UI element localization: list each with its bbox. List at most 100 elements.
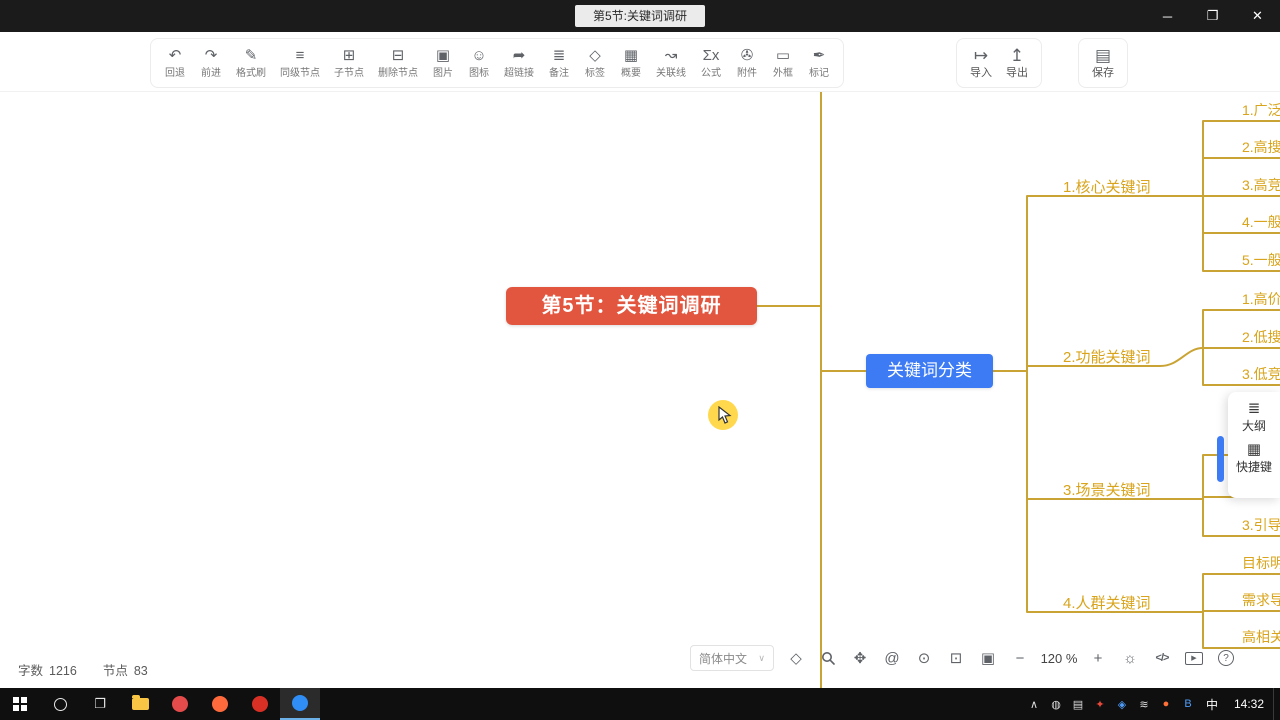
- code-view-button[interactable]: </>: [1146, 644, 1178, 672]
- language-select[interactable]: 简体中文 ∨: [690, 645, 774, 671]
- view-mode-button[interactable]: ⊙: [908, 644, 940, 672]
- relation-line-icon: ↝: [664, 47, 678, 64]
- export-button[interactable]: ↥ 导出: [999, 47, 1035, 79]
- branch-node-scene-keywords[interactable]: 3.场景关键词: [1063, 479, 1151, 500]
- central-topic-node[interactable]: 第5节：关键词调研: [506, 287, 757, 325]
- hand-drag-button[interactable]: ✥: [844, 644, 876, 672]
- sibling-node-button[interactable]: ≡ 同级节点: [273, 47, 327, 79]
- branch-node-function-keywords[interactable]: 2.功能关键词: [1063, 346, 1151, 367]
- window-title: 第5节:关键词调研: [574, 5, 705, 27]
- tray-app-icon-2[interactable]: ▤: [1067, 688, 1089, 720]
- maximize-button[interactable]: ❐: [1190, 0, 1235, 32]
- branch-node-audience-keywords[interactable]: 4.人群关键词: [1063, 592, 1151, 613]
- comment-button[interactable]: @: [876, 644, 908, 672]
- formula-icon: Σx: [702, 47, 720, 64]
- outer-frame-button[interactable]: ▭ 外框: [765, 47, 801, 79]
- zoom-in-button[interactable]: +: [1082, 644, 1114, 672]
- tray-app-icon-1[interactable]: ◍: [1045, 688, 1067, 720]
- import-button[interactable]: ↦ 导入: [963, 47, 999, 79]
- tray-app-icon-4[interactable]: ◈: [1111, 688, 1133, 720]
- close-button[interactable]: ✕: [1235, 0, 1280, 32]
- relation-line-button[interactable]: ↝ 关联线: [649, 47, 693, 79]
- note-button[interactable]: ≣ 备注: [541, 47, 577, 79]
- leaf-node[interactable]: 3.高竞: [1242, 175, 1280, 195]
- zoom-out-button[interactable]: −: [1004, 644, 1036, 672]
- language-value: 简体中文: [699, 651, 748, 666]
- tray-app-icon-3[interactable]: ✦: [1089, 688, 1111, 720]
- redo-button[interactable]: ↷ 前进: [193, 47, 229, 79]
- leaf-node[interactable]: 目标明: [1242, 553, 1280, 573]
- tray-app-icon-6[interactable]: ●: [1155, 688, 1177, 720]
- leaf-node[interactable]: 1.高价: [1242, 289, 1280, 309]
- branch-node-core-keywords[interactable]: 1.核心关键词: [1063, 176, 1151, 197]
- app-icon-red: [172, 696, 188, 712]
- leaf-node[interactable]: 高相关: [1242, 627, 1280, 647]
- task-view-button[interactable]: ❐: [80, 688, 120, 720]
- leaf-node[interactable]: 需求导: [1242, 590, 1280, 610]
- export-label: 导出: [1006, 67, 1028, 79]
- document-stats: 字数 1216 节点 83: [18, 660, 148, 679]
- hyperlink-button[interactable]: ➦ 超链接: [497, 47, 541, 79]
- save-label: 保存: [1092, 67, 1114, 79]
- format-painter-icon: ✎: [244, 47, 258, 64]
- leaf-node[interactable]: 2.低搜: [1242, 327, 1280, 347]
- tag-label: 标签: [585, 68, 605, 79]
- hyperlink-icon: ➦: [512, 47, 526, 64]
- ime-indicator[interactable]: 中: [1199, 696, 1225, 713]
- pinned-app-2-button[interactable]: [200, 688, 240, 720]
- tray-expand-icon[interactable]: ∧: [1023, 688, 1045, 720]
- summary-button[interactable]: ▦ 概要: [613, 47, 649, 79]
- pinned-app-3-button[interactable]: [240, 688, 280, 720]
- shortcut-keys-button[interactable]: ▦ 快捷键: [1228, 442, 1280, 474]
- mark-icon: ✒: [812, 47, 826, 64]
- category-topic-node[interactable]: 关键词分类: [866, 354, 993, 388]
- formula-button[interactable]: Σx 公式: [693, 47, 729, 79]
- tag-button[interactable]: ◇ 标签: [577, 47, 613, 79]
- image-button[interactable]: ▣ 图片: [425, 47, 461, 79]
- keyboard-icon: ▦: [1246, 441, 1262, 458]
- search-button[interactable]: [812, 644, 844, 672]
- outline-button[interactable]: ≣ 大纲: [1228, 401, 1280, 433]
- save-button[interactable]: ▤ 保存: [1085, 47, 1121, 79]
- child-node-button[interactable]: ⊞ 子节点: [327, 47, 371, 79]
- active-app-button[interactable]: [280, 688, 320, 720]
- import-icon: ↦: [973, 46, 989, 65]
- word-count: 字数 1216: [18, 664, 77, 678]
- help-button[interactable]: ?: [1210, 644, 1242, 672]
- center-view-button[interactable]: ◇: [780, 644, 812, 672]
- delete-node-button[interactable]: ⊟ 删除节点: [371, 47, 425, 79]
- show-desktop-button[interactable]: [1273, 688, 1280, 720]
- brightness-button[interactable]: ☼: [1114, 644, 1146, 672]
- leaf-node[interactable]: 3.引导: [1242, 515, 1280, 535]
- summary-icon: ▦: [623, 47, 639, 64]
- pinned-app-1-button[interactable]: [160, 688, 200, 720]
- minimize-button[interactable]: ─: [1145, 0, 1190, 32]
- mark-button[interactable]: ✒ 标记: [801, 47, 837, 79]
- undo-button[interactable]: ↶ 回退: [157, 47, 193, 79]
- leaf-node[interactable]: 5.一般: [1242, 250, 1280, 270]
- help-icon: ?: [1218, 650, 1234, 666]
- select-box-button[interactable]: ⊡: [940, 644, 972, 672]
- tray-app-icon-7[interactable]: B: [1177, 688, 1199, 720]
- icon-button[interactable]: ☺ 图标: [461, 47, 497, 79]
- taskbar-clock[interactable]: 14:32: [1225, 697, 1273, 711]
- file-explorer-button[interactable]: [120, 688, 160, 720]
- snapshot-button[interactable]: ▣: [972, 644, 1004, 672]
- start-button[interactable]: [0, 688, 40, 720]
- leaf-node[interactable]: 3.低竞: [1242, 364, 1280, 384]
- format-painter-button[interactable]: ✎ 格式刷: [229, 47, 273, 79]
- redo-label: 前进: [201, 68, 221, 79]
- tag-icon: ◇: [589, 47, 601, 64]
- leaf-node[interactable]: 4.一般: [1242, 212, 1280, 232]
- note-icon: ≣: [552, 47, 566, 64]
- presentation-button[interactable]: ▶: [1178, 644, 1210, 672]
- toolbar-io-group: ↦ 导入 ↥ 导出: [956, 38, 1042, 88]
- leaf-node[interactable]: 1.广泛: [1242, 100, 1280, 120]
- attachment-button[interactable]: ✇ 附件: [729, 47, 765, 79]
- taskbar-search-button[interactable]: [40, 688, 80, 720]
- tray-app-icon-5[interactable]: ≋: [1133, 688, 1155, 720]
- sibling-node-icon: ≡: [295, 47, 305, 64]
- presentation-icon: ▶: [1185, 651, 1203, 665]
- panel-handle[interactable]: [1217, 436, 1224, 482]
- leaf-node[interactable]: 2.高搜: [1242, 137, 1280, 157]
